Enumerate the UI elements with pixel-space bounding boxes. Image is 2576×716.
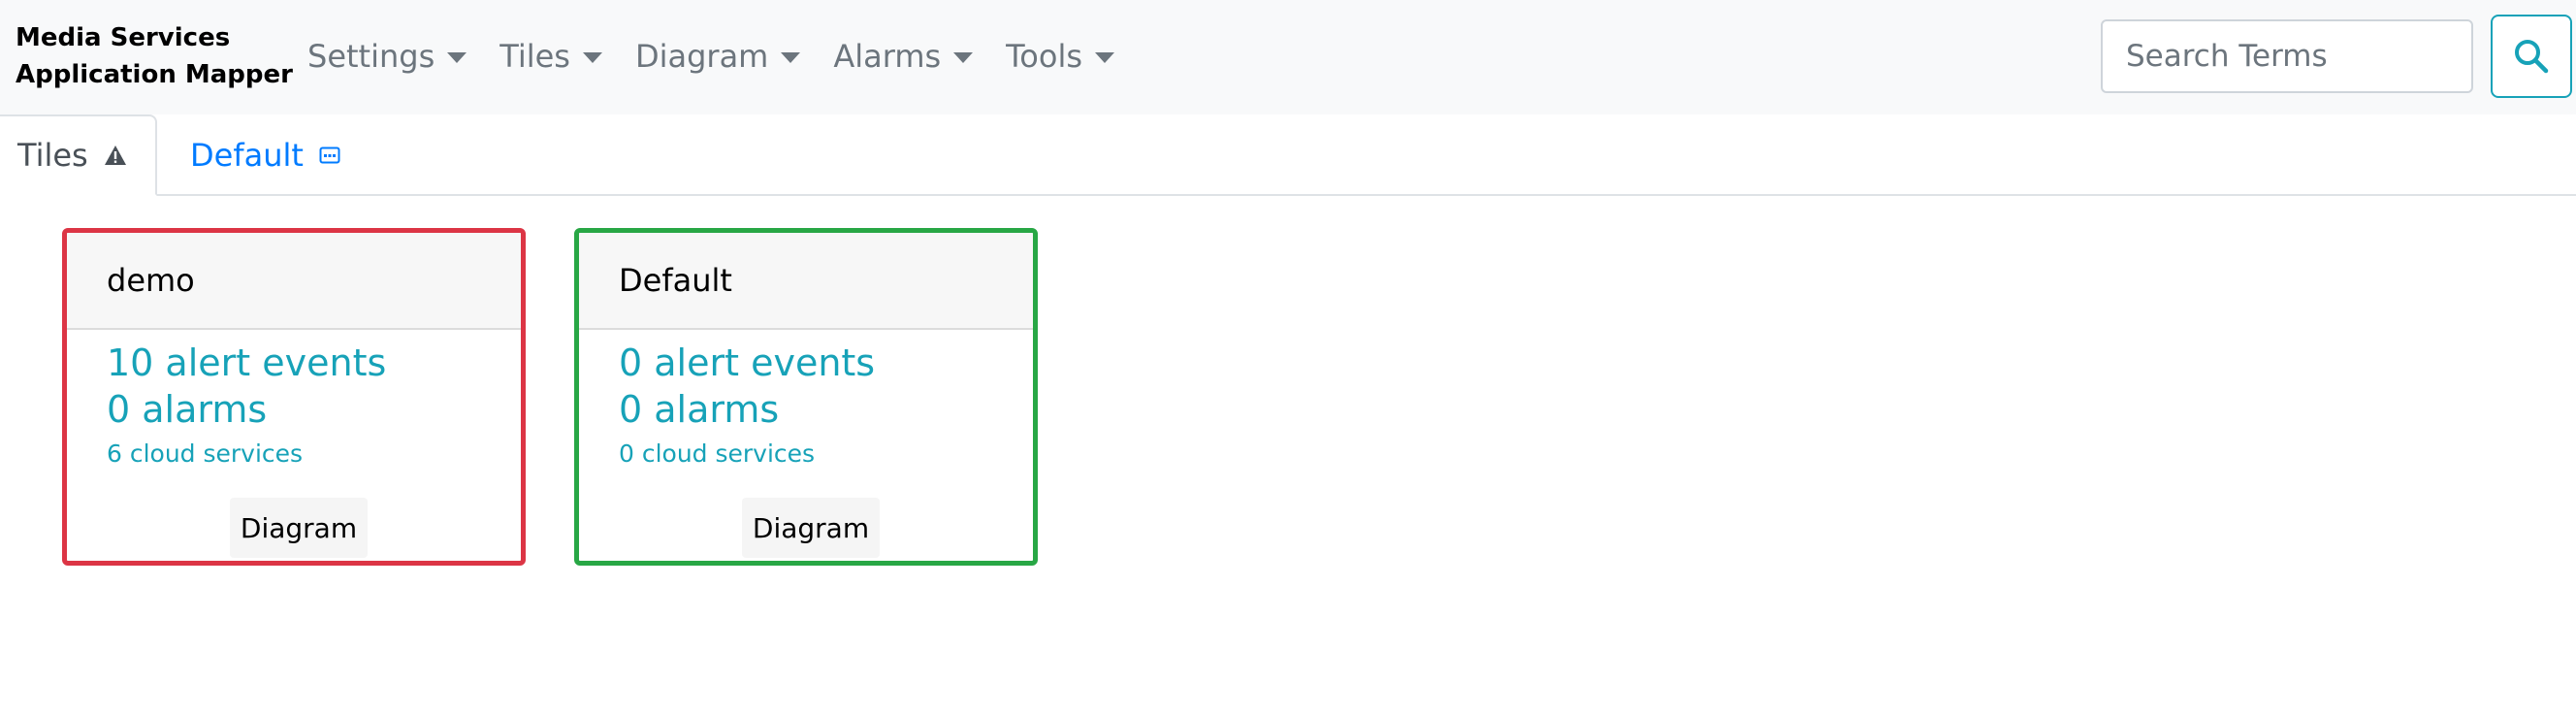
tab-tiles[interactable]: Tiles	[0, 114, 157, 196]
nav-dropdown-tiles[interactable]: Tiles	[499, 33, 602, 80]
diagram-button[interactable]: Diagram	[230, 498, 368, 558]
nav-dropdown-tools[interactable]: Tools	[1006, 33, 1114, 80]
caret-down-icon	[447, 51, 467, 63]
nav-dropdown-alarms[interactable]: Alarms	[833, 33, 974, 80]
tab-default[interactable]: Default	[190, 114, 340, 196]
warning-icon	[104, 145, 127, 166]
top-navbar: Media Services Application Mapper Settin…	[0, 0, 2576, 114]
tab-bar: Tiles Default	[0, 114, 2576, 196]
nav-menu: Settings Tiles Diagram Alarms Tools	[307, 33, 1147, 80]
nav-dropdown-label: Tiles	[499, 38, 570, 75]
tile-header: demo	[67, 233, 521, 330]
alert-events-count[interactable]: 10 alert events	[107, 340, 521, 386]
alarms-count[interactable]: 0 alarms	[107, 386, 521, 433]
tab-label: Tiles	[17, 137, 88, 174]
tile-header: Default	[579, 233, 1033, 330]
caret-down-icon	[781, 51, 801, 63]
caret-down-icon	[953, 51, 974, 63]
nav-dropdown-label: Alarms	[833, 38, 942, 75]
nav-dropdown-label: Diagram	[634, 38, 769, 75]
cloud-services-count[interactable]: 6 cloud services	[107, 435, 521, 473]
caret-down-icon	[1095, 51, 1114, 63]
caret-down-icon	[582, 51, 602, 63]
tile-body: 10 alert events 0 alarms 6 cloud service…	[67, 330, 521, 473]
nav-dropdown-diagram[interactable]: Diagram	[634, 33, 801, 80]
diagram-box-icon	[319, 146, 340, 164]
nav-dropdown-settings[interactable]: Settings	[307, 33, 467, 80]
search-button[interactable]	[2491, 15, 2572, 98]
nav-dropdown-label: Settings	[307, 38, 435, 75]
alert-events-count[interactable]: 0 alert events	[619, 340, 1033, 386]
search-input[interactable]	[2101, 19, 2473, 93]
tile-body: 0 alert events 0 alarms 0 cloud services	[579, 330, 1033, 473]
nav-dropdown-label: Tools	[1006, 38, 1082, 75]
alarms-count[interactable]: 0 alarms	[619, 386, 1033, 433]
diagram-button[interactable]: Diagram	[742, 498, 880, 558]
cloud-services-count[interactable]: 0 cloud services	[619, 435, 1033, 473]
tab-label: Default	[190, 137, 304, 174]
tile-default[interactable]: Default 0 alert events 0 alarms 0 cloud …	[574, 228, 1038, 566]
search-icon	[2515, 40, 2549, 74]
tile-demo[interactable]: demo 10 alert events 0 alarms 6 cloud se…	[62, 228, 526, 566]
app-brand[interactable]: Media Services Application Mapper	[16, 19, 293, 93]
